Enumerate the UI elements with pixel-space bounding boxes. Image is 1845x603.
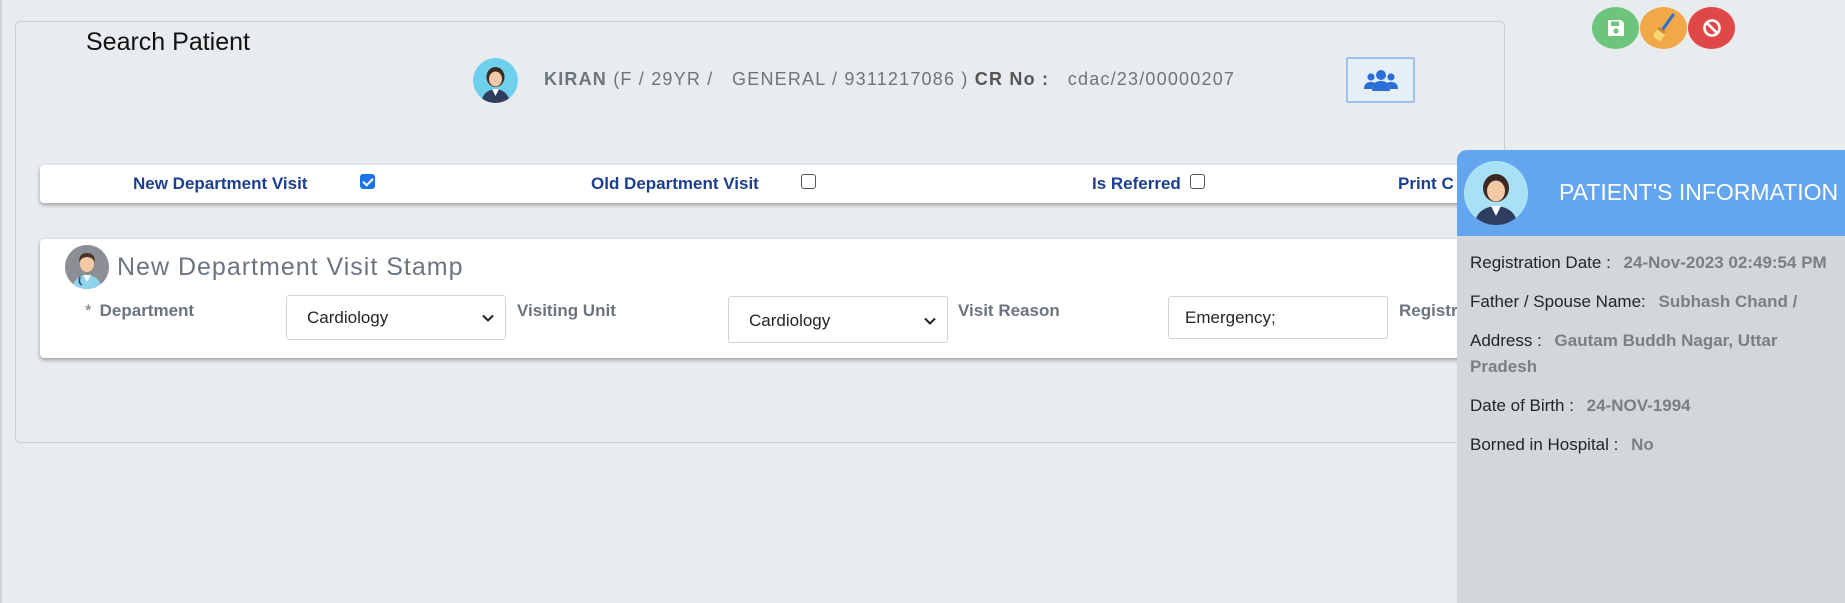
chevron-down-icon [482, 314, 494, 322]
registration-date-row: Registration Date : 24-Nov-2023 02:49:54… [1470, 250, 1830, 276]
visiting-unit-select-value: Cardiology [749, 311, 831, 330]
save-button[interactable] [1592, 7, 1639, 49]
department-label-text: Department [99, 301, 195, 320]
patient-information-panel: PATIENT'S INFORMATION Registration Date … [1457, 150, 1845, 603]
department-label: * Department [85, 301, 194, 321]
department-select-value: Cardiology [307, 308, 389, 327]
cancel-button[interactable] [1688, 7, 1735, 49]
old-department-visit-checkbox[interactable] [801, 174, 816, 189]
patient-information-title: PATIENT'S INFORMATION [1559, 179, 1839, 205]
clear-button[interactable] [1640, 7, 1687, 49]
patient-information-body: Registration Date : 24-Nov-2023 02:49:54… [1470, 250, 1830, 471]
department-visit-stamp-card: New Department Visit Stamp * Department C… [40, 239, 1510, 358]
broom-icon [1652, 13, 1674, 41]
new-department-visit-checkbox[interactable] [360, 174, 375, 189]
visit-reason-value: Emergency; [1185, 308, 1276, 327]
registration-date-value: 24-Nov-2023 02:49:54 PM [1623, 253, 1827, 272]
page-title: Search Patient [66, 28, 270, 57]
new-department-visit-label: New Department Visit [133, 174, 308, 193]
chevron-down-icon [924, 317, 936, 325]
patient-category-phone: GENERAL / 9311217086 ) [732, 69, 969, 89]
users-icon [1363, 70, 1398, 91]
date-of-birth-row: Date of Birth : 24-NOV-1994 [1470, 393, 1830, 419]
required-mark: * [85, 301, 92, 320]
visiting-unit-select[interactable]: Cardiology [728, 296, 948, 343]
date-of-birth-value: 24-NOV-1994 [1586, 396, 1691, 415]
family-members-button[interactable] [1346, 57, 1415, 103]
patient-summary: KIRAN (F / 29YR / GENERAL / 9311217086 )… [544, 69, 1235, 90]
doctor-avatar [65, 245, 109, 289]
print-label: Print C [1398, 174, 1454, 193]
patient-avatar [473, 58, 518, 103]
is-referred-checkbox[interactable] [1190, 174, 1205, 189]
father-spouse-value: Subhash Chand / [1658, 292, 1798, 311]
ban-icon [1702, 19, 1721, 37]
cr-no-label: CR No : [974, 69, 1050, 89]
patient-info-avatar [1464, 161, 1528, 225]
floppy-disk-icon [1607, 20, 1624, 36]
address-row: Address : Gautam Buddh Nagar, Uttar Prad… [1470, 328, 1830, 380]
department-select[interactable]: Cardiology [286, 295, 506, 340]
is-referred-label: Is Referred [1092, 174, 1181, 193]
cr-no-value: cdac/23/00000207 [1067, 69, 1236, 89]
registration-label: Registr [1399, 301, 1458, 320]
registration-date-label: Registration Date : [1470, 253, 1611, 272]
born-in-hospital-label: Borned in Hospital : [1470, 435, 1619, 454]
visit-type-bar: New Department Visit Old Department Visi… [40, 165, 1510, 203]
visit-reason-label: Visit Reason [958, 301, 1060, 320]
visit-reason-input[interactable]: Emergency; [1168, 296, 1388, 339]
date-of-birth-label: Date of Birth : [1470, 396, 1574, 415]
old-department-visit-label: Old Department Visit [591, 174, 759, 193]
born-in-hospital-value: No [1631, 435, 1654, 454]
address-label: Address : [1470, 331, 1542, 350]
patient-information-header: PATIENT'S INFORMATION [1457, 150, 1845, 236]
father-spouse-label: Father / Spouse Name: [1470, 292, 1646, 311]
father-spouse-row: Father / Spouse Name: Subhash Chand / [1470, 289, 1830, 315]
born-in-hospital-row: Borned in Hospital : No [1470, 432, 1830, 458]
left-border [0, 0, 2, 603]
stamp-title: New Department Visit Stamp [117, 253, 464, 281]
visiting-unit-label: Visiting Unit [517, 301, 616, 320]
patient-name: KIRAN [544, 69, 607, 89]
patient-gender-age: (F / 29YR / [613, 69, 714, 89]
